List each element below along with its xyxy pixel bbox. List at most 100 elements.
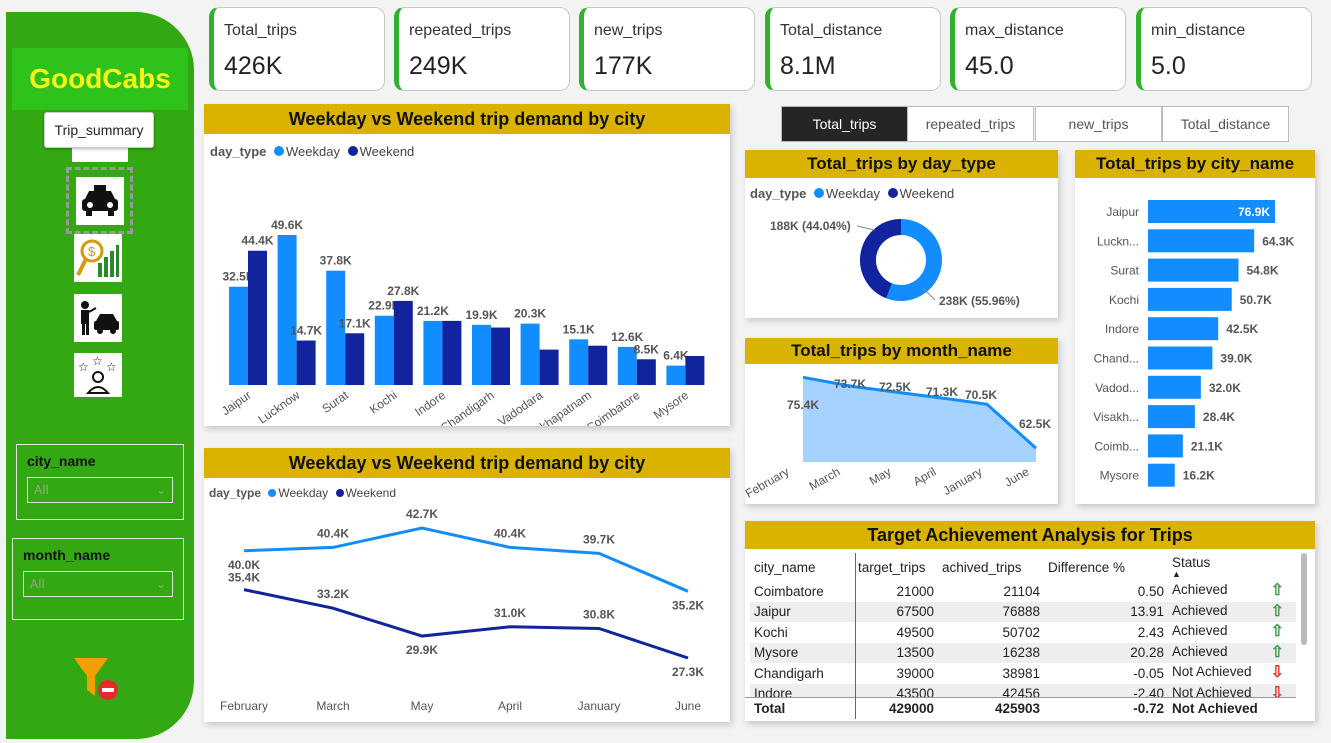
- weekday-weekend-line-panel: Weekday vs Weekend trip demand by city d…: [204, 448, 730, 722]
- measure-button-repeated-trips[interactable]: repeated_trips: [907, 106, 1034, 142]
- day-type-donut-panel: Total_trips by day_type day_type Weekday…: [745, 150, 1058, 318]
- line-weekday[interactable]: [243, 526, 689, 593]
- bar-data-label: 49.6K: [271, 218, 303, 232]
- table-row[interactable]: Mysore 13500 16238 20.28 Achieved ⇧: [750, 642, 1296, 663]
- bar-data-label: 21.1K: [1191, 439, 1223, 453]
- month-area-panel: Total_trips by month_name 75.4K 73.7K 72.5…: [745, 338, 1058, 504]
- trip-analysis-icon[interactable]: $: [74, 234, 122, 282]
- col-city[interactable]: city_name: [750, 553, 854, 581]
- city-bar[interactable]: [1148, 405, 1195, 429]
- city-bar[interactable]: [1148, 229, 1255, 253]
- bar-weekend[interactable]: [636, 359, 656, 385]
- table-row[interactable]: Kochi 49500 50702 2.43 Achieved ⇧: [750, 622, 1296, 643]
- legend-weekend: Weekend: [899, 186, 955, 201]
- status-text: Achieved: [1172, 602, 1228, 618]
- clear-filter-icon[interactable]: [74, 656, 124, 704]
- line-weekend[interactable]: [243, 588, 689, 660]
- bar-weekend[interactable]: [539, 349, 559, 385]
- kpi-card: Total_trips 426K: [209, 7, 385, 91]
- area-data-label: 71.3K: [926, 385, 958, 399]
- city-dropdown[interactable]: All ⌄: [27, 477, 173, 503]
- table-row[interactable]: Chandigarh 39000 38981 -0.05 Not Achieved ⇩: [750, 663, 1296, 684]
- chevron-down-icon: ⌄: [155, 483, 166, 497]
- city-bar[interactable]: [1148, 258, 1239, 282]
- y-tick-label: Coimb...: [1094, 439, 1139, 453]
- line-data-label: 39.7K: [583, 532, 615, 546]
- kpi-title: Total_trips: [224, 22, 297, 39]
- city-bar[interactable]: [1148, 375, 1201, 399]
- bar-data-label: 39.0K: [1220, 352, 1252, 366]
- table-row[interactable]: Coimbatore 21000 21104 0.50 Achieved ⇧: [750, 581, 1296, 602]
- legend-weekend: Weekend: [345, 486, 397, 500]
- rating-icon[interactable]: ☆ ☆ ☆: [74, 353, 122, 397]
- donut-slice-weekend[interactable]: [860, 219, 902, 299]
- target-table-panel: Target Achievement Analysis for Trips ci…: [745, 521, 1315, 721]
- legend-title: day_type: [210, 144, 267, 159]
- bar-weekend[interactable]: [248, 250, 267, 385]
- x-tick-label: May: [867, 464, 894, 487]
- city-bar[interactable]: [1148, 346, 1213, 370]
- bar-data-label: 19.9K: [465, 308, 497, 322]
- kpi-value: 249K: [409, 52, 468, 80]
- bar-weekend[interactable]: [442, 320, 462, 385]
- line-data-label: 30.8K: [583, 607, 615, 621]
- bar-weekday[interactable]: [229, 286, 248, 385]
- table-scrollbar[interactable]: [1301, 553, 1307, 645]
- bar-weekend[interactable]: [393, 300, 413, 385]
- bar-weekday[interactable]: [520, 323, 540, 385]
- x-tick-label: Jaipur: [219, 388, 254, 418]
- cell-difference: 13.91: [1130, 604, 1164, 620]
- line-data-label: 27.3K: [672, 665, 704, 679]
- x-tick-label: April: [911, 464, 939, 488]
- y-tick-label: Visakh...: [1093, 410, 1139, 424]
- cell-achieved: 50702: [1002, 624, 1040, 640]
- status-text: Achieved: [1172, 643, 1228, 659]
- measure-button-total-trips[interactable]: Total_trips: [781, 106, 908, 142]
- measure-button-total-distance[interactable]: Total_distance: [1162, 106, 1289, 142]
- city-dropdown-value: All: [34, 483, 49, 497]
- col-achieved[interactable]: achived_trips: [938, 553, 1044, 581]
- city-bar[interactable]: [1148, 317, 1219, 341]
- column-divider: [855, 553, 856, 719]
- arrow-up-icon: ⇧: [1270, 602, 1284, 620]
- bar-weekend[interactable]: [345, 333, 365, 385]
- bar-weekday[interactable]: [569, 339, 589, 385]
- line-data-label: 33.2K: [317, 587, 349, 601]
- status-text: Achieved: [1172, 582, 1228, 598]
- col-target[interactable]: target_trips: [854, 553, 938, 581]
- bar-data-label: 54.8K: [1247, 264, 1279, 278]
- line-data-label: 35.2K: [672, 598, 704, 612]
- status-text: Achieved: [1172, 623, 1228, 639]
- col-status[interactable]: Status ▲: [1168, 553, 1296, 581]
- x-tick-label: Chandigarh: [438, 388, 497, 426]
- donut-legend: day_type Weekday Weekend: [750, 186, 954, 201]
- col-difference[interactable]: Difference %: [1044, 553, 1168, 581]
- bar-weekday[interactable]: [277, 235, 297, 385]
- measure-button-new-trips[interactable]: new_trips: [1035, 106, 1162, 142]
- month-dropdown-value: All: [30, 577, 45, 591]
- nav-taxi-button[interactable]: [66, 167, 133, 234]
- bar-weekday[interactable]: [472, 324, 491, 385]
- city-bar[interactable]: [1148, 287, 1232, 311]
- bar-weekday[interactable]: [374, 315, 394, 385]
- bar-weekend[interactable]: [296, 340, 316, 385]
- legend-weekday: Weekday: [826, 186, 880, 201]
- donut-slice-weekday[interactable]: [886, 219, 942, 301]
- bar-panel-title: Weekday vs Weekend trip demand by city: [204, 104, 730, 134]
- city-bar[interactable]: [1148, 463, 1175, 487]
- city-bar[interactable]: [1148, 434, 1183, 458]
- bar-weekday[interactable]: [666, 365, 686, 385]
- bar-weekend[interactable]: [685, 355, 705, 385]
- driver-taxi-icon[interactable]: [74, 294, 122, 342]
- x-tick-label: Surat: [319, 388, 351, 416]
- kpi-value: 8.1M: [780, 52, 836, 80]
- bar-weekday[interactable]: [423, 320, 443, 385]
- bar-weekend[interactable]: [588, 345, 608, 385]
- x-tick-label: April: [498, 699, 522, 713]
- month-dropdown[interactable]: All ⌄: [23, 571, 173, 597]
- bar-weekend[interactable]: [491, 327, 510, 385]
- x-tick-label: January: [578, 699, 621, 713]
- table-row[interactable]: Jaipur 67500 76888 13.91 Achieved ⇧: [750, 601, 1296, 622]
- table-total-row: Total 429000 425903 -0.72 Not Achieved: [745, 697, 1296, 719]
- total-difference: -0.72: [1133, 700, 1164, 716]
